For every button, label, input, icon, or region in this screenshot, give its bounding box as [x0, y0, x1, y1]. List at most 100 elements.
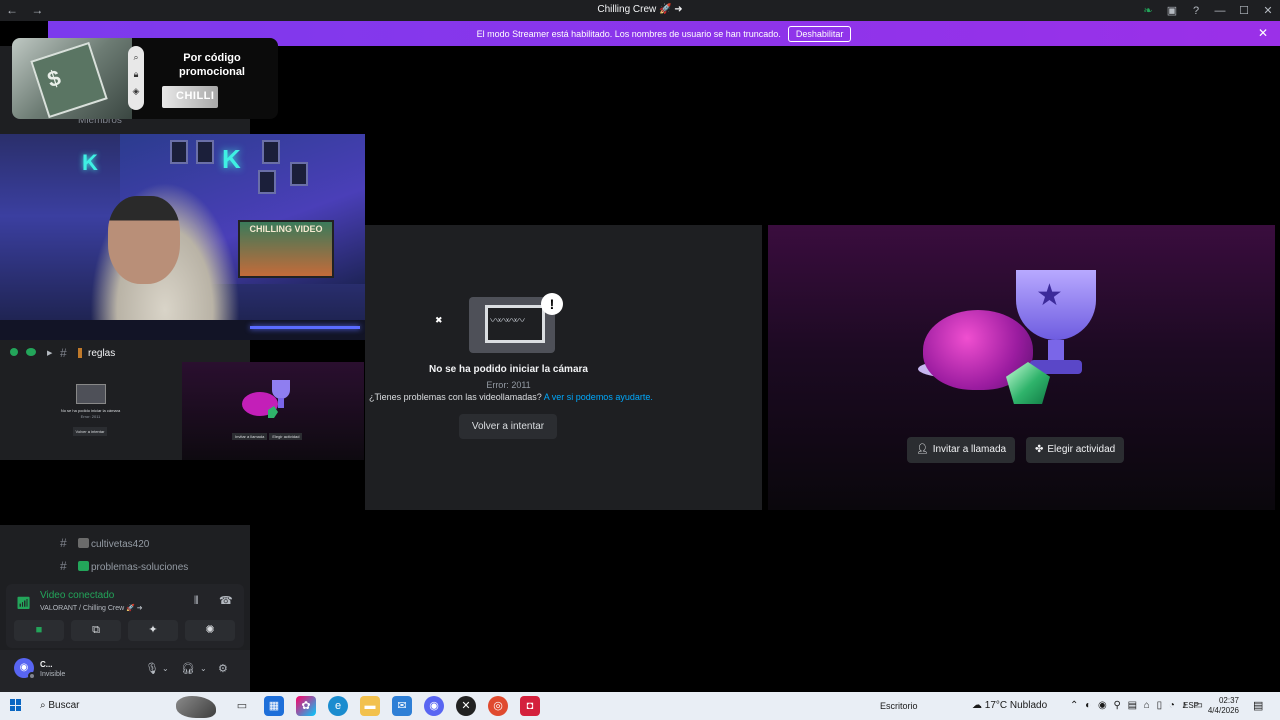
- close-button[interactable]: ✕: [1256, 4, 1280, 17]
- mini-error-title: No se ha podido iniciar la cámara: [60, 408, 121, 413]
- voice-user-icon: [26, 348, 36, 356]
- check-emoji-icon: [78, 561, 89, 571]
- channel-cultivetas420[interactable]: # cultivetas420: [0, 533, 250, 555]
- hash-icon: #: [60, 536, 67, 550]
- neon-sign: K: [222, 144, 241, 174]
- taskbar-search[interactable]: ⌕ Buscar: [40, 700, 80, 711]
- window-controls: ❧ ▣ ? — ☐ ✕: [1136, 0, 1280, 21]
- activity-thumbnail[interactable]: Invitar a llamada Elegir actividad: [182, 362, 364, 460]
- microphone-icon[interactable]: 🎙︎: [145, 662, 159, 675]
- outlook-icon[interactable]: ✉: [392, 696, 412, 716]
- lock-icon: 🔒︎: [133, 69, 139, 79]
- trophy-stem: [1048, 340, 1064, 362]
- streamer-head: [108, 196, 180, 284]
- voice-server[interactable]: VALORANT / Chilling Crew 🚀 ➜: [40, 604, 143, 612]
- window-titlebar: ← → Chilling Crew 🚀 ➜ ❧ ▣ ? — ☐ ✕: [0, 0, 1280, 21]
- noise-suppression-icon[interactable]: ⫴: [194, 595, 199, 608]
- mini-error-code: Error: 2011: [80, 414, 101, 419]
- mini-retry-button: Volver a intentar: [73, 427, 107, 436]
- channel-reglas[interactable]: ▶ # reglas: [0, 340, 250, 362]
- task-view-icon[interactable]: ▭: [232, 696, 252, 716]
- trophy-icon: [242, 380, 290, 418]
- voice-connection-panel: 📶︎ Video conectado VALORANT / Chilling C…: [6, 584, 244, 648]
- camera-help-text: ¿Tienes problemas con las videollamadas?…: [369, 392, 653, 402]
- voice-buttons: ■ ⧉ ✦ ✺: [14, 620, 235, 641]
- star-icon: ★: [1036, 279, 1063, 312]
- camera-error-code: Error: 2011: [486, 380, 531, 390]
- webcam-overlay: K K CHILLING VIDEO: [0, 134, 365, 340]
- windows-start-icon[interactable]: [10, 699, 22, 711]
- invite-to-call-button[interactable]: 👤︎ Invitar a llamada: [907, 437, 1016, 463]
- weather-widget[interactable]: ☁ 17°C Nublado: [972, 700, 1047, 711]
- username[interactable]: C...: [40, 660, 52, 669]
- soundboard-button[interactable]: ✺: [185, 620, 235, 641]
- notification-icon[interactable]: ▤: [1253, 699, 1263, 712]
- edge-icon[interactable]: e: [328, 696, 348, 716]
- camera-button[interactable]: ■: [14, 620, 64, 641]
- headphones-icon[interactable]: 🎧︎: [181, 662, 195, 675]
- inbox-icon[interactable]: ▣: [1160, 4, 1184, 17]
- neon-sign: K: [82, 150, 98, 175]
- close-icon[interactable]: ✕: [1258, 26, 1268, 40]
- screen-share-button[interactable]: ⧉: [71, 620, 121, 641]
- windows-taskbar: ⌕ Buscar ▭ ▦ ✿ e ▬ ✉ ◉ ✕ ◎ ◘ Escritorio …: [0, 692, 1280, 720]
- maximize-button[interactable]: ☐: [1232, 4, 1256, 17]
- valorant-icon[interactable]: ✕: [456, 696, 476, 716]
- led-strip: [250, 326, 360, 329]
- chevron-right-icon[interactable]: ▶: [47, 349, 52, 357]
- hash-icon: #: [60, 346, 67, 360]
- activity-button[interactable]: ✦: [128, 620, 178, 641]
- minimize-button[interactable]: —: [1208, 5, 1232, 17]
- wall-frame: [170, 140, 188, 164]
- taskbar-apps: ▭ ▦ ✿ e ▬ ✉ ◉ ✕ ◎ ◘: [232, 696, 540, 716]
- clock[interactable]: 02:37 4/4/2026: [1205, 696, 1239, 716]
- wall-frame: [290, 162, 308, 186]
- chevron-down-icon[interactable]: ⌄: [162, 664, 169, 673]
- wall-poster: CHILLING VIDEO: [238, 220, 334, 278]
- wall-frame: [196, 140, 214, 164]
- promo-overlay: $ ⌕ 🔒︎ ◈ Por código promocional CHILLI: [12, 38, 278, 119]
- hash-icon: #: [60, 559, 67, 573]
- disable-streamer-button[interactable]: Deshabilitar: [787, 25, 852, 42]
- promo-text: Por código promocional: [178, 52, 245, 78]
- channel-problemas-soluciones[interactable]: # problemas-soluciones: [0, 556, 250, 578]
- leaf-icon[interactable]: ❧: [1136, 4, 1160, 17]
- folder-icon[interactable]: ▬: [360, 696, 380, 716]
- wall-frame: [258, 170, 276, 194]
- choose-activity-button[interactable]: ✤ Elegir actividad: [1026, 437, 1125, 463]
- disconnect-icon[interactable]: ☎: [219, 594, 233, 607]
- language-indicator[interactable]: ESP: [1183, 701, 1199, 710]
- help-link[interactable]: A ver si podemos ayudarte.: [544, 392, 653, 402]
- retry-button[interactable]: Volver a intentar: [459, 414, 557, 439]
- promo-code: CHILLI: [162, 86, 218, 108]
- help-icon[interactable]: ?: [1184, 5, 1208, 17]
- activity-tile: ★ 👤︎ Invitar a llamada ✤ Elegir actividad: [768, 225, 1275, 510]
- trophy-illustration: ★: [918, 270, 1108, 410]
- promo-icon-pill: ⌕ 🔒︎ ◈: [128, 46, 144, 110]
- camera-icon: [76, 384, 106, 404]
- close-icon: ✖: [435, 315, 443, 325]
- add-user-icon: 👤︎: [916, 444, 929, 455]
- signal-icon[interactable]: 📶︎: [16, 596, 31, 610]
- exclamation-icon: !: [541, 293, 563, 315]
- voice-status[interactable]: Video conectado: [40, 590, 114, 601]
- camera-error-thumbnail[interactable]: No se ha podido iniciar la cámara Error:…: [0, 362, 181, 460]
- chrome-icon[interactable]: ◎: [488, 696, 508, 716]
- channel-emoji: [78, 538, 89, 548]
- status-indicator: [28, 672, 36, 680]
- riot-icon[interactable]: ◘: [520, 696, 540, 716]
- store-icon[interactable]: ▦: [264, 696, 284, 716]
- chevron-down-icon[interactable]: ⌄: [200, 664, 207, 673]
- trophy-cup: ★: [1016, 270, 1096, 340]
- wall-frame: [262, 140, 280, 164]
- user-panel: ◉ C... Invisible 🎙︎ ⌄ 🎧︎ ⌄ ⚙: [0, 650, 250, 692]
- gear-icon[interactable]: ⚙: [218, 662, 228, 675]
- mini-activity-buttons: Invitar a llamada Elegir actividad: [232, 433, 304, 440]
- desktop-label[interactable]: Escritorio: [880, 701, 918, 711]
- copilot-icon[interactable]: ✿: [296, 696, 316, 716]
- search-icon: ⌕: [133, 52, 139, 62]
- voice-user-icon: [10, 348, 18, 356]
- search-highlight-image[interactable]: [176, 696, 216, 718]
- streamer-message: El modo Streamer está habilitado. Los no…: [476, 28, 781, 39]
- discord-icon[interactable]: ◉: [424, 696, 444, 716]
